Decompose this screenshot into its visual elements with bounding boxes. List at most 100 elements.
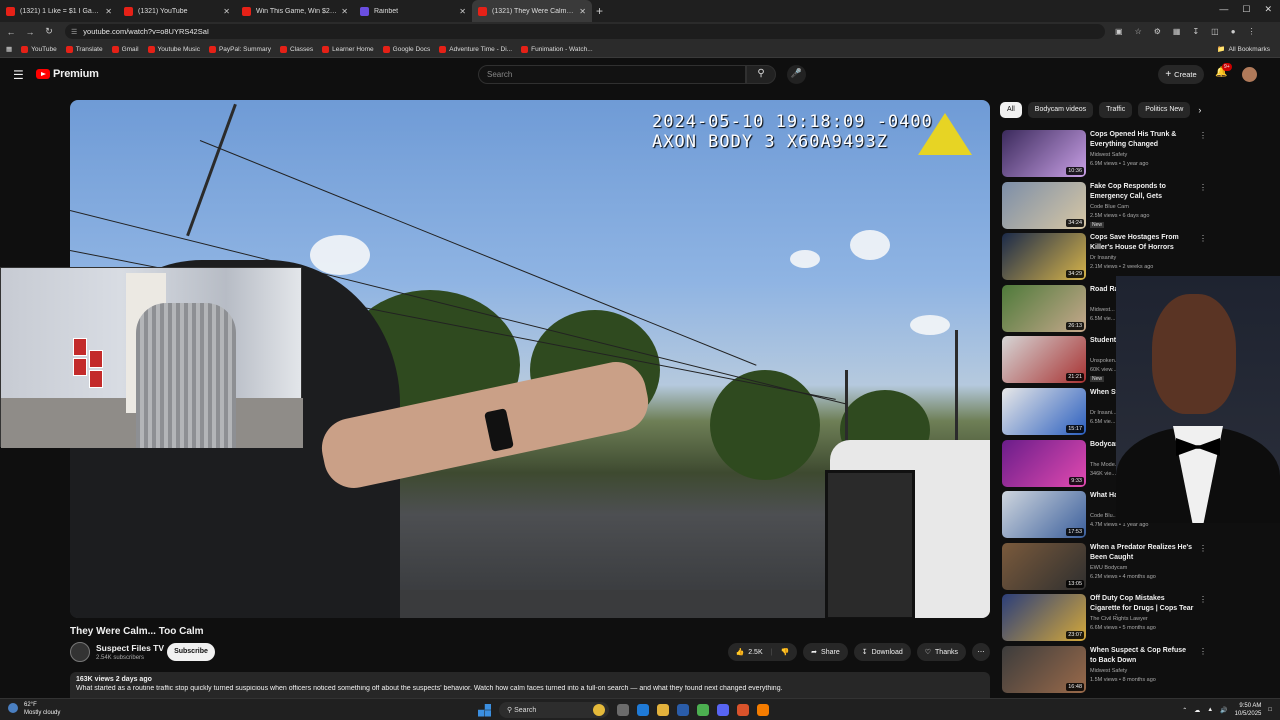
steam-icon[interactable]: [677, 704, 689, 716]
bookmark-item[interactable]: PayPal: Summary: [208, 45, 271, 53]
video-thumbnail[interactable]: 21:21: [1002, 336, 1086, 384]
chip-next-icon[interactable]: ›: [1198, 105, 1201, 115]
channel-name[interactable]: Suspect Files TV: [96, 643, 164, 653]
video-options-icon[interactable]: ⋮: [1199, 131, 1207, 140]
downloads-icon[interactable]: ↧: [1192, 27, 1199, 36]
tab-close-icon[interactable]: ✕: [223, 7, 230, 16]
related-video-channel[interactable]: EWU Bodycam: [1090, 565, 1127, 571]
url-bar[interactable]: ☰ youtube.com/watch?v=o8UYRS42SaI: [65, 24, 1105, 39]
brave-icon[interactable]: [737, 704, 749, 716]
browser-tab[interactable]: (1321) YouTube ✕: [118, 0, 236, 22]
video-thumbnail[interactable]: 9:33: [1002, 439, 1086, 487]
task-view-icon[interactable]: [617, 704, 629, 716]
related-video[interactable]: 34:24 Fake Cop Responds to Emergency Call…: [1002, 181, 1208, 230]
bookmark-item[interactable]: Funimation - Watch...: [521, 45, 593, 53]
related-video[interactable]: 13:05 When a Predator Realizes He's Been …: [1002, 542, 1208, 591]
bookmark-item[interactable]: Translate: [65, 45, 103, 53]
bookmark-item[interactable]: YouTube: [21, 45, 57, 53]
channel-avatar[interactable]: [70, 642, 90, 662]
tab-close-icon[interactable]: ✕: [341, 7, 348, 16]
thanks-button[interactable]: ♡ Thanks: [916, 643, 966, 661]
related-video-title[interactable]: Cops Save Hostages From Killer's House O…: [1090, 233, 1194, 253]
voice-search-button[interactable]: 🎤: [787, 65, 806, 84]
reload-icon[interactable]: ↻: [41, 26, 57, 37]
network-icon[interactable]: ▲: [1207, 707, 1213, 713]
related-video-channel[interactable]: Dr Insani...: [1090, 410, 1117, 416]
bookmark-item[interactable]: Youtube Music: [147, 45, 200, 53]
file-explorer-icon[interactable]: [657, 704, 669, 716]
related-video-channel[interactable]: The Civil Rights Lawyer: [1090, 616, 1148, 622]
video-thumbnail[interactable]: 13:05: [1002, 542, 1086, 590]
related-video[interactable]: 16:48 When Suspect & Cop Refuse to Back D…: [1002, 646, 1208, 694]
browser-tab[interactable]: Rainbet ✕: [354, 0, 472, 22]
related-video-channel[interactable]: Dr Insanity: [1090, 255, 1116, 261]
taskbar-clock[interactable]: 9:50 AM 10/5/2025: [1235, 702, 1262, 718]
extension-icon[interactable]: ⚙: [1154, 27, 1161, 36]
bookmark-item[interactable]: Google Docs: [382, 45, 430, 53]
video-options-icon[interactable]: ⋮: [1199, 647, 1207, 656]
tab-close-icon[interactable]: ✕: [105, 7, 112, 16]
video-thumbnail[interactable]: 10:36: [1002, 130, 1086, 177]
search-button[interactable]: ⚲: [746, 65, 776, 84]
bookmark-star-icon[interactable]: ☆: [1135, 27, 1142, 36]
notifications-button[interactable]: 🔔 9+: [1215, 63, 1232, 78]
video-options-icon[interactable]: ⋮: [1199, 234, 1207, 243]
related-video-title[interactable]: Fake Cop Responds to Emergency Call, Get…: [1090, 182, 1194, 203]
notifications-icon[interactable]: □: [1268, 707, 1272, 713]
forward-icon[interactable]: →: [22, 27, 38, 37]
related-video-channel[interactable]: Midwest...: [1090, 307, 1115, 313]
new-tab-button[interactable]: +: [596, 4, 603, 18]
video-options-icon[interactable]: ⋮: [1199, 183, 1207, 192]
chrome-menu-icon[interactable]: ⋮: [1248, 27, 1256, 36]
tab-close-icon[interactable]: ✕: [579, 7, 586, 16]
sidepanel-icon[interactable]: ◫: [1211, 27, 1219, 36]
bookmark-item[interactable]: Classes: [279, 45, 313, 53]
related-video-title[interactable]: Cops Opened His Trunk & Everything Chang…: [1090, 130, 1194, 150]
related-video-channel[interactable]: Midwest Safety: [1090, 668, 1127, 674]
minimize-icon[interactable]: —: [1219, 4, 1228, 15]
all-bookmarks-button[interactable]: 📁 All Bookmarks: [1217, 45, 1270, 54]
related-video-channel[interactable]: Unspoken...: [1090, 358, 1119, 364]
browser-tab[interactable]: Win This Game, Win $250,000✕: [236, 0, 354, 22]
bookmark-item[interactable]: Gmail: [111, 45, 139, 53]
bookmark-item[interactable]: Adventure Time - Di...: [439, 45, 512, 53]
hamburger-menu-icon[interactable]: ☰: [13, 68, 24, 82]
related-video-channel[interactable]: The Mode...: [1090, 462, 1119, 468]
volume-icon[interactable]: 🔊: [1220, 707, 1227, 714]
create-button[interactable]: + Create: [1158, 65, 1204, 84]
video-thumbnail[interactable]: 34:29: [1002, 233, 1086, 281]
filter-chip[interactable]: Bodycam videos: [1027, 102, 1094, 118]
cast-icon[interactable]: ▣: [1115, 27, 1123, 36]
extensions-puzzle-icon[interactable]: ▦: [1173, 27, 1181, 36]
video-thumbnail[interactable]: 34:24: [1002, 181, 1086, 229]
back-icon[interactable]: ←: [3, 27, 19, 37]
filter-chip[interactable]: All: [1000, 102, 1022, 118]
download-button[interactable]: ↧ Download: [853, 643, 911, 661]
video-thumbnail[interactable]: 16:48: [1002, 646, 1086, 693]
taskbar-search[interactable]: ⚲ Search: [499, 702, 609, 718]
search-input[interactable]: Search: [478, 65, 746, 84]
video-thumbnail[interactable]: 17:53: [1002, 491, 1086, 539]
close-icon[interactable]: ✕: [1264, 4, 1272, 15]
edge-icon[interactable]: [637, 704, 649, 716]
windows-start-icon[interactable]: [478, 703, 491, 717]
related-video-title[interactable]: When Suspect & Cop Refuse to Back Down: [1090, 646, 1194, 666]
related-video-channel[interactable]: Code Blue Cam: [1090, 204, 1129, 210]
maximize-icon[interactable]: ☐: [1242, 4, 1250, 15]
weather-widget[interactable]: 62°F Mostly cloudy: [8, 701, 60, 717]
subscribe-button[interactable]: Subscribe: [167, 643, 215, 661]
related-video-channel[interactable]: Code Blu...: [1090, 513, 1117, 519]
related-video[interactable]: 23:07 Off Duty Cop Mistakes Cigarette for…: [1002, 594, 1208, 642]
youtube-premium-logo[interactable]: Premium: [36, 68, 99, 80]
video-thumbnail[interactable]: 15:17: [1002, 388, 1086, 435]
filter-chip[interactable]: Traffic: [1099, 102, 1133, 118]
thumbs-down-icon[interactable]: 👎: [780, 648, 789, 656]
more-actions-button[interactable]: ⋯: [972, 643, 990, 661]
related-video[interactable]: 34:29 Cops Save Hostages From Killer's Ho…: [1002, 233, 1208, 281]
browser-tab[interactable]: (1321) They Were Calm... To ✕: [472, 0, 592, 22]
related-video-channel[interactable]: Midwest Safety: [1090, 152, 1127, 158]
video-options-icon[interactable]: ⋮: [1199, 544, 1207, 553]
bookmark-item[interactable]: Learner Home: [322, 45, 374, 53]
app-icon[interactable]: [757, 704, 769, 716]
related-video-title[interactable]: When a Predator Realizes He's Been Caugh…: [1090, 543, 1194, 563]
